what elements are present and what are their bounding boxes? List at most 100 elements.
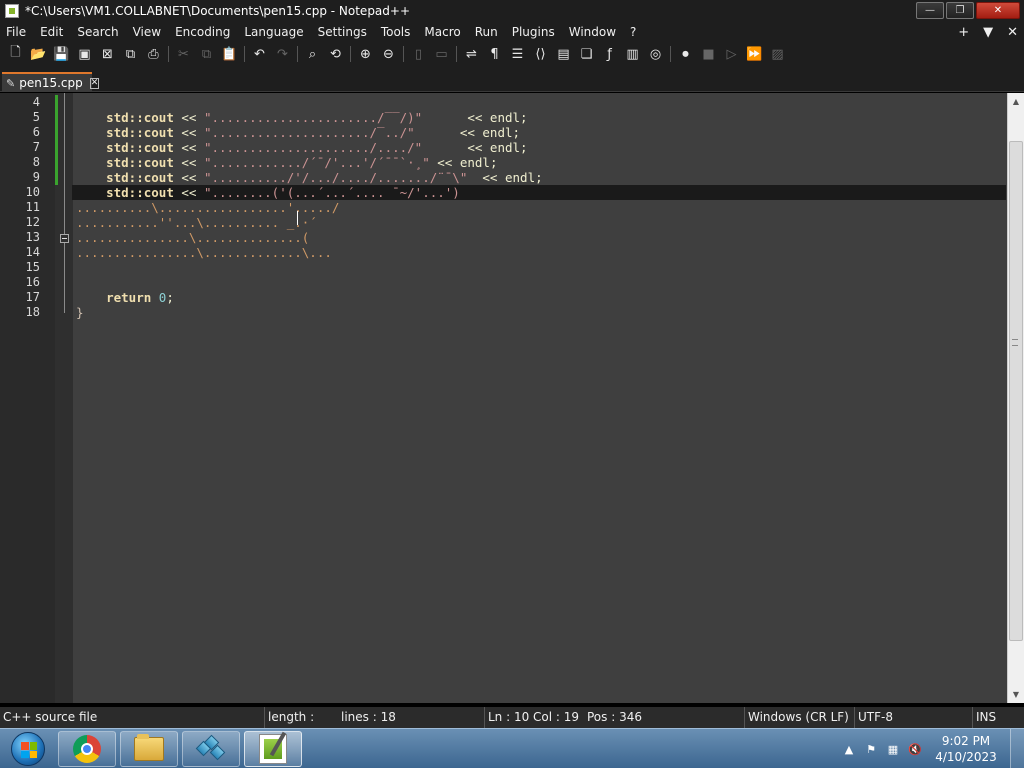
- tab-list-icon[interactable]: ▼: [983, 25, 993, 40]
- close-all-icon[interactable]: ⧉: [119, 43, 142, 65]
- taskbar-explorer[interactable]: [120, 731, 178, 767]
- menu-language[interactable]: Language: [237, 22, 310, 42]
- record-macro-icon[interactable]: ⏺: [674, 43, 697, 65]
- status-eol[interactable]: Windows (CR LF): [744, 707, 854, 728]
- notepadpp-app-icon[interactable]: [5, 4, 19, 18]
- scroll-down-arrow-icon[interactable]: ▼: [1008, 686, 1024, 703]
- doc-list-icon[interactable]: ❏: [575, 43, 598, 65]
- stop-macro-icon[interactable]: ■: [697, 43, 720, 65]
- clock[interactable]: 9:02 PM 4/10/2023: [926, 733, 1006, 765]
- close-document-icon[interactable]: ✕: [1007, 25, 1018, 40]
- tab-close-icon[interactable]: ✕: [89, 77, 100, 89]
- line-number: 8: [32, 155, 40, 169]
- network-icon: [195, 734, 226, 763]
- zoom-in-icon[interactable]: ⊕: [354, 43, 377, 65]
- tray-overflow-arrow-icon[interactable]: ▲: [838, 739, 860, 759]
- sync-horizontal-icon[interactable]: ▭: [430, 43, 453, 65]
- word-wrap-icon[interactable]: ⇌: [460, 43, 483, 65]
- toolbar-separator: [403, 46, 404, 62]
- udl-icon[interactable]: ⟨⟩: [529, 43, 552, 65]
- code-lines: std::cout << "....................../‾‾/…: [72, 95, 1006, 320]
- undo-icon[interactable]: ↶: [248, 43, 271, 65]
- folder-workspace-icon[interactable]: ▥: [621, 43, 644, 65]
- save-all-icon[interactable]: ▣: [73, 43, 96, 65]
- toolbar-separator: [297, 46, 298, 62]
- network-status-icon[interactable]: ▦: [882, 739, 904, 759]
- line-number: 15: [25, 260, 40, 274]
- print-icon[interactable]: ⎙: [142, 43, 165, 65]
- open-file-icon[interactable]: 📂: [27, 43, 50, 65]
- status-insert-mode[interactable]: INS: [972, 707, 1024, 728]
- close-file-icon[interactable]: ⊠: [96, 43, 119, 65]
- doc-map-icon[interactable]: ▤: [552, 43, 575, 65]
- menu-edit[interactable]: Edit: [33, 22, 70, 42]
- volume-muted-icon[interactable]: 🔇: [904, 739, 926, 759]
- taskbar-chrome[interactable]: [58, 731, 116, 767]
- scroll-up-arrow-icon[interactable]: ▲: [1008, 93, 1024, 110]
- menu-window[interactable]: Window: [562, 22, 623, 42]
- menu-view[interactable]: View: [126, 22, 168, 42]
- editor-area[interactable]: 4 5 6 7 8 9 10 11 12 13 14 15 16 17 18 s…: [0, 93, 1007, 703]
- scroll-thumb[interactable]: [1009, 141, 1023, 641]
- taskbar-notepadpp[interactable]: [244, 731, 302, 767]
- menu-search[interactable]: Search: [70, 22, 125, 42]
- replace-icon[interactable]: ⟲: [324, 43, 347, 65]
- fold-toggle-icon[interactable]: [60, 234, 69, 243]
- code-line: ................\.............\...: [76, 245, 332, 260]
- code-token-string: "........../'/.../..../......./¨¯\": [203, 170, 468, 185]
- code-line: }: [76, 305, 84, 320]
- monitoring-icon[interactable]: ◎: [644, 43, 667, 65]
- menu-tools[interactable]: Tools: [374, 22, 418, 42]
- line-number: 14: [25, 245, 40, 259]
- run-macro-multiple-icon[interactable]: ⏩: [743, 43, 766, 65]
- code-token-string: "............/´¯/'...'/´¯¯`·¸": [203, 155, 430, 170]
- start-button[interactable]: [2, 730, 54, 768]
- play-macro-icon[interactable]: ▷: [720, 43, 743, 65]
- action-center-flag-icon[interactable]: ⚑: [860, 739, 882, 759]
- code-token-string: "...................../‾../": [203, 125, 415, 140]
- minimize-button[interactable]: —: [916, 2, 944, 19]
- save-icon[interactable]: 💾: [50, 43, 73, 65]
- status-encoding[interactable]: UTF-8: [854, 707, 972, 728]
- save-macro-icon[interactable]: ▨: [766, 43, 789, 65]
- code-token-return: return: [106, 290, 152, 305]
- cut-icon[interactable]: ✂: [172, 43, 195, 65]
- tab-pen15-cpp[interactable]: ✎ pen15.cpp ✕: [2, 72, 100, 92]
- scroll-grip-icon: [1012, 339, 1018, 346]
- new-tab-icon[interactable]: +: [958, 25, 969, 40]
- menu-plugins[interactable]: Plugins: [505, 22, 562, 42]
- find-icon[interactable]: ⌕: [301, 43, 324, 65]
- indent-guide-icon[interactable]: ☰: [506, 43, 529, 65]
- menu-macro[interactable]: Macro: [417, 22, 467, 42]
- menu-help[interactable]: ?: [623, 22, 643, 42]
- system-tray: ▲ ⚑ ▦ 🔇 9:02 PM 4/10/2023: [838, 729, 1024, 768]
- menu-run[interactable]: Run: [468, 22, 505, 42]
- menu-encoding[interactable]: Encoding: [168, 22, 237, 42]
- status-pos: Pos : 346: [587, 710, 642, 724]
- code-token-keyword: std::cout: [106, 140, 174, 155]
- show-all-chars-icon[interactable]: ¶: [483, 43, 506, 65]
- paste-icon[interactable]: 📋: [218, 43, 241, 65]
- close-button[interactable]: ✕: [976, 2, 1020, 19]
- redo-icon[interactable]: ↷: [271, 43, 294, 65]
- zoom-out-icon[interactable]: ⊖: [377, 43, 400, 65]
- show-desktop-button[interactable]: [1010, 729, 1024, 768]
- menu-settings[interactable]: Settings: [311, 22, 374, 42]
- line-number: 7: [32, 140, 40, 154]
- restore-button[interactable]: ❐: [946, 2, 974, 19]
- taskbar-network-app[interactable]: [182, 731, 240, 767]
- function-list-icon[interactable]: ƒ: [598, 43, 621, 65]
- sync-vertical-icon[interactable]: ▯: [407, 43, 430, 65]
- clock-date: 4/10/2023: [935, 750, 997, 764]
- menu-file[interactable]: File: [0, 22, 33, 42]
- vertical-scrollbar[interactable]: ▲ ▼: [1007, 93, 1024, 703]
- change-history-bar: [55, 95, 58, 185]
- code-token-keyword: std::cout: [106, 125, 174, 140]
- new-file-icon[interactable]: 🗋: [4, 43, 27, 65]
- copy-icon[interactable]: ⧉: [195, 43, 218, 65]
- title-bar: *C:\Users\VM1.COLLABNET\Documents\pen15.…: [0, 0, 1024, 22]
- line-number: 11: [25, 200, 40, 214]
- code-token-operator: <<: [173, 140, 204, 155]
